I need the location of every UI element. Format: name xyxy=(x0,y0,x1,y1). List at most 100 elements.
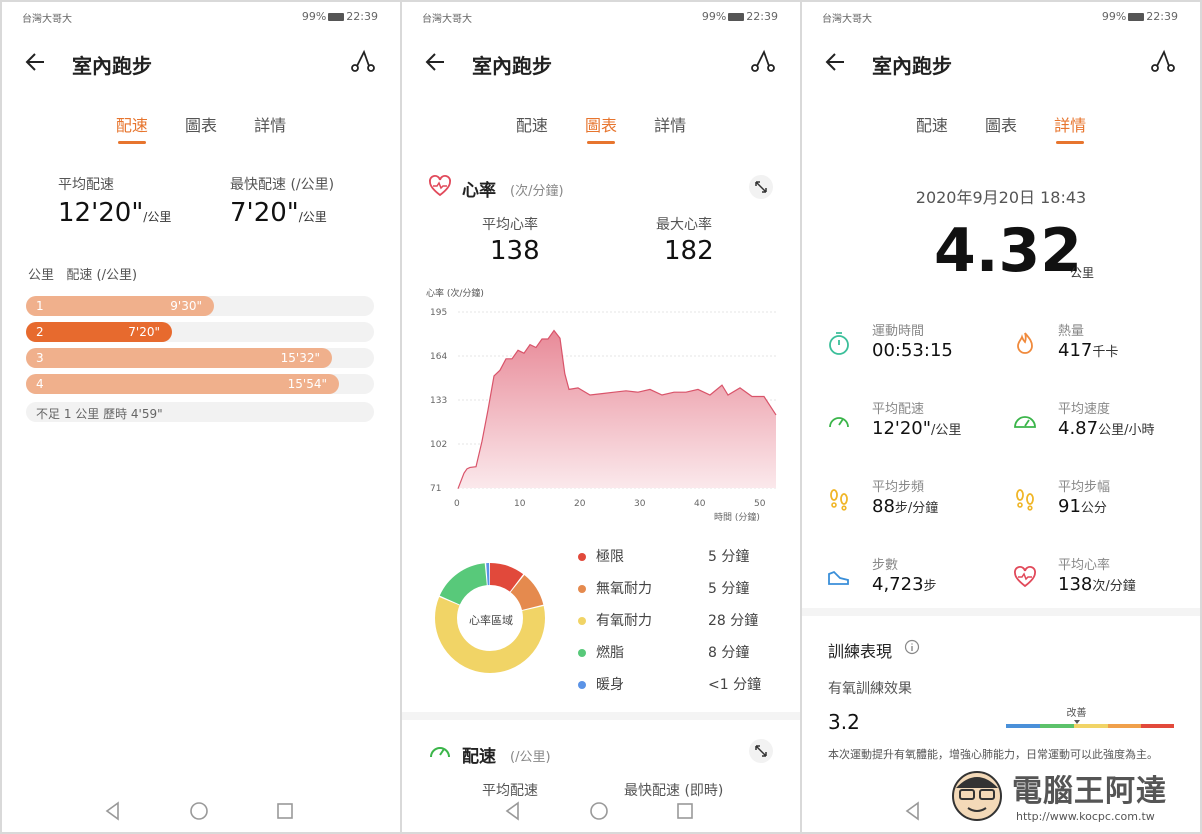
heart-rate-area xyxy=(458,330,776,489)
back-arrow-icon[interactable] xyxy=(422,48,450,76)
status-bar: 台灣大哥大 99% 22:39 xyxy=(22,10,378,26)
battery-icon xyxy=(728,13,745,21)
back-arrow-icon[interactable] xyxy=(822,48,850,76)
pace-remainder-text: 不足 1 公里 歷時 4'59" xyxy=(36,407,163,421)
stat-value: 91 xyxy=(1058,496,1081,517)
pace-bar-row: 2 7'20" xyxy=(26,322,374,342)
zone-name: 無氧耐力 xyxy=(596,581,652,597)
stat-unit: 次/分鐘 xyxy=(1092,579,1136,594)
scale-marker-label: 改善 xyxy=(1066,708,1087,719)
shoe-icon xyxy=(828,570,849,585)
stat-unit: 公里/小時 xyxy=(1098,423,1155,438)
fast-pace-value: 7'20" xyxy=(230,198,299,228)
pace-bar-value: 9'30" xyxy=(170,299,202,313)
nav-recents-icon[interactable] xyxy=(674,800,696,822)
pace-bar-km: 1 xyxy=(36,299,44,313)
tab-pace[interactable]: 配速 xyxy=(516,112,548,144)
zone-duration: <1 分鐘 xyxy=(708,677,762,693)
stat-value: 88 xyxy=(872,496,895,517)
tab-details[interactable]: 詳情 xyxy=(654,112,686,144)
avg-hr-value: 138 xyxy=(490,236,540,266)
expand-icon[interactable] xyxy=(748,738,774,764)
y-tick-label: 164 xyxy=(430,352,447,362)
zone-legend-row: 燃脂 8 分鐘 xyxy=(578,642,768,662)
stat-unit: 步/分鐘 xyxy=(894,501,939,516)
tab-pace[interactable]: 配速 xyxy=(116,112,148,144)
aerobic-label: 有氧訓練效果 xyxy=(828,681,912,697)
pace-section-title: 配速 xyxy=(462,747,496,767)
route-icon[interactable] xyxy=(1150,48,1176,74)
nav-home-icon[interactable] xyxy=(188,800,210,822)
stat-value-row: 91公分 xyxy=(1058,496,1107,517)
stat-label: 平均心率 xyxy=(1058,558,1111,573)
pace-bar-km: 2 xyxy=(36,325,44,339)
zone-color-dot xyxy=(578,681,586,689)
footprints-icon xyxy=(830,489,848,511)
battery-icon xyxy=(1128,13,1145,21)
carrier-label: 台灣大哥大 xyxy=(422,14,472,25)
x-tick-label: 30 xyxy=(634,499,646,509)
nav-recents-icon[interactable] xyxy=(274,800,296,822)
pace-table-header: 公里 配速 (/公里) xyxy=(28,268,138,283)
max-hr-label: 最大心率 xyxy=(656,217,712,233)
carrier-label: 台灣大哥大 xyxy=(22,14,72,25)
back-arrow-icon[interactable] xyxy=(22,48,50,76)
zone-color-dot xyxy=(578,553,586,561)
x-tick-label: 40 xyxy=(694,499,706,509)
pace-bar-km: 4 xyxy=(36,377,44,391)
tab-chart[interactable]: 圖表 xyxy=(585,112,617,144)
tab-details[interactable]: 詳情 xyxy=(1054,112,1086,144)
stat-value-row: 00:53:15 xyxy=(872,340,953,361)
stat-label: 步數 xyxy=(872,558,899,573)
scale-marker: 改善 xyxy=(1057,704,1097,724)
speedometer-icon xyxy=(1014,416,1036,428)
y-tick-label: 71 xyxy=(430,484,441,494)
nav-back-icon[interactable] xyxy=(102,800,124,822)
route-icon[interactable] xyxy=(750,48,776,74)
battery-percent: 99% xyxy=(1101,10,1127,23)
tab-details[interactable]: 詳情 xyxy=(254,112,286,144)
watermark-url: http://www.kocpc.com.tw xyxy=(1016,810,1155,823)
scale-segment xyxy=(1074,724,1108,728)
pace-remainder-row: 不足 1 公里 歷時 4'59" xyxy=(26,402,374,422)
battery-icon xyxy=(328,13,345,21)
zone-legend-row: 有氧耐力 28 分鐘 xyxy=(578,610,768,630)
scale-segment xyxy=(1040,724,1074,728)
tab-chart[interactable]: 圖表 xyxy=(985,112,1017,144)
x-tick-label: 20 xyxy=(574,499,586,509)
zone-legend-row: 無氧耐力 5 分鐘 xyxy=(578,578,768,598)
carrier-label: 台灣大哥大 xyxy=(822,14,872,25)
scale-segment xyxy=(1006,724,1040,728)
stat-unit: 千卡 xyxy=(1092,345,1119,360)
section-divider xyxy=(402,712,800,720)
nav-home-icon[interactable] xyxy=(588,800,610,822)
app-bar: 室內跑步 xyxy=(822,42,1180,82)
zone-duration: 8 分鐘 xyxy=(708,645,750,661)
stat-label: 平均速度 xyxy=(1058,402,1111,417)
info-icon[interactable] xyxy=(904,639,920,655)
stat-value-row: 12'20"/公里 xyxy=(872,418,961,439)
nav-back-icon[interactable] xyxy=(902,800,924,822)
tab-bar: 配速 圖表 詳情 xyxy=(402,112,800,146)
tab-chart[interactable]: 圖表 xyxy=(185,112,217,144)
stat-unit: /公里 xyxy=(931,423,962,438)
x-tick-label: 0 xyxy=(454,499,460,509)
nav-back-icon[interactable] xyxy=(502,800,524,822)
avg-pace-value: 12'20" xyxy=(58,198,144,228)
fast-pace-label: 最快配速 (/公里) xyxy=(230,177,335,193)
stat-unit: 公分 xyxy=(1080,501,1107,516)
zone-name: 有氧耐力 xyxy=(596,613,652,629)
tab-pace[interactable]: 配速 xyxy=(916,112,948,144)
zone-name: 暖身 xyxy=(596,677,624,693)
zone-duration: 5 分鐘 xyxy=(708,549,750,565)
avg-pace-unit: /公里 xyxy=(143,210,172,224)
zone-color-dot xyxy=(578,585,586,593)
stat-unit: 步 xyxy=(923,579,937,594)
pace-gauge-icon xyxy=(430,747,450,758)
system-nav-bar xyxy=(2,800,400,824)
stopwatch-icon xyxy=(829,332,849,355)
expand-icon[interactable] xyxy=(748,174,774,200)
tab-bar: 配速 圖表 詳情 xyxy=(2,112,400,146)
route-icon[interactable] xyxy=(350,48,376,74)
chart-y-axis-label: 心率 (次/分鐘) xyxy=(426,289,484,299)
